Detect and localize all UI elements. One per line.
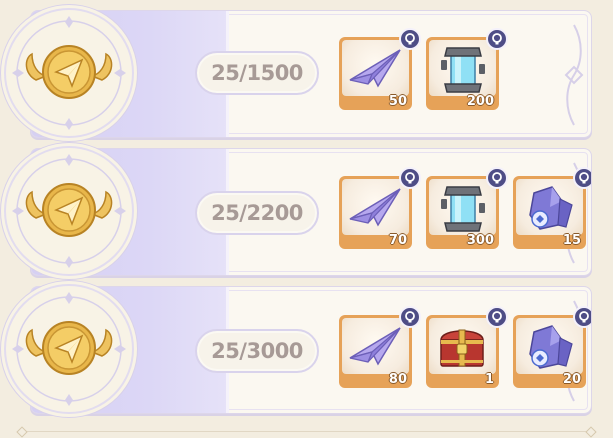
reward-slot-capsule[interactable]: 200 <box>426 28 508 110</box>
paper-plane-icon <box>349 327 401 366</box>
lightbulb-icon <box>579 172 589 184</box>
reward-quantity: 50 <box>388 94 407 109</box>
reward-slot-paper-plane[interactable]: 50 <box>339 28 421 110</box>
lightbulb-icon <box>405 33 415 45</box>
lightbulb-icon <box>492 172 502 184</box>
reward-slot-paper-plane[interactable]: 80 <box>339 306 421 388</box>
capsule-canister-icon <box>441 47 485 93</box>
ornament-icon <box>564 24 584 126</box>
lightbulb-icon <box>579 311 589 323</box>
reward-quantity: 300 <box>466 233 494 248</box>
reward-quantity: 80 <box>388 372 407 387</box>
crystal-shard-icon <box>529 325 573 369</box>
info-badge[interactable] <box>486 28 508 50</box>
info-badge[interactable] <box>399 28 421 50</box>
info-badge[interactable] <box>399 306 421 328</box>
divider-diamond-icon <box>16 426 28 438</box>
reward-quantity: 15 <box>562 233 581 248</box>
info-badge[interactable] <box>573 167 591 189</box>
info-badge[interactable] <box>486 306 508 328</box>
footer-divider <box>22 431 591 432</box>
reward-slot-crystal[interactable]: 20 <box>513 306 591 388</box>
progress-counter: 25/3000 <box>195 329 319 373</box>
treasure-chest-icon <box>440 329 484 367</box>
paper-plane-icon <box>349 49 401 88</box>
reward-quantity: 20 <box>562 372 581 387</box>
tier-medal-2 <box>4 146 134 276</box>
tier-medal-1 <box>4 8 134 138</box>
medal-icon <box>12 154 126 268</box>
capsule-canister-icon <box>441 186 485 232</box>
lightbulb-icon <box>492 311 502 323</box>
info-badge[interactable] <box>399 167 421 189</box>
reward-quantity: 200 <box>466 94 494 109</box>
reward-slot-crystal[interactable]: 15 <box>513 167 591 249</box>
reward-slot-chest[interactable]: 1 <box>426 306 508 388</box>
reward-items: 70 300 15 <box>339 167 591 249</box>
tier-medal-3 <box>4 284 134 414</box>
progress-counter: 25/1500 <box>195 51 319 95</box>
progress-counter: 25/2200 <box>195 191 319 235</box>
lightbulb-icon <box>405 311 415 323</box>
medal-icon <box>12 292 126 406</box>
reward-quantity: 70 <box>388 233 407 248</box>
lightbulb-icon <box>492 33 502 45</box>
paper-plane-icon <box>349 188 401 227</box>
reward-items: 50 200 <box>339 28 508 110</box>
reward-slot-capsule[interactable]: 300 <box>426 167 508 249</box>
medal-icon <box>12 16 126 130</box>
reward-slot-paper-plane[interactable]: 70 <box>339 167 421 249</box>
crystal-shard-icon <box>529 186 573 230</box>
reward-items: 80 1 20 <box>339 306 591 388</box>
info-badge[interactable] <box>573 306 591 328</box>
lightbulb-icon <box>405 172 415 184</box>
reward-quantity: 1 <box>484 372 494 387</box>
info-badge[interactable] <box>486 167 508 189</box>
divider-diamond-icon <box>585 426 597 438</box>
